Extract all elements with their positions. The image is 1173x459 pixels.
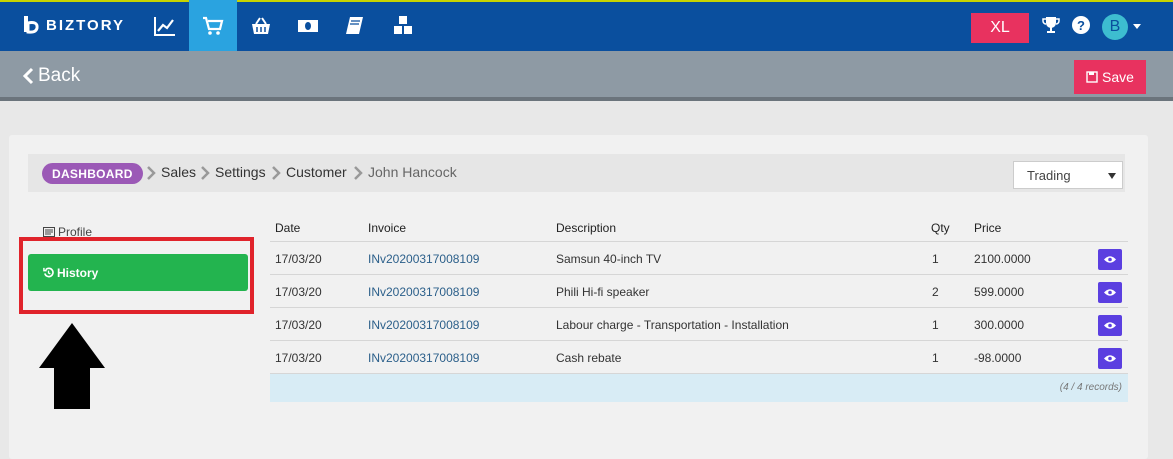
arrow-up-icon xyxy=(39,323,105,409)
eye-icon xyxy=(1104,256,1116,263)
brand-name: BIZTORY xyxy=(46,16,126,34)
chart-line-icon[interactable] xyxy=(141,0,189,51)
chevron-left-icon xyxy=(22,67,34,85)
cell-price: 599.0000 xyxy=(974,285,1025,299)
save-button[interactable]: Save xyxy=(1074,60,1146,94)
cell-date: 17/03/20 xyxy=(275,252,322,266)
breadcrumb: DASHBOARD Sales Settings Customer John H… xyxy=(28,154,1125,192)
highlight-box xyxy=(19,237,254,314)
chevron-right-icon xyxy=(201,166,210,180)
cell-date: 17/03/20 xyxy=(275,318,322,332)
cell-price: 300.0000 xyxy=(974,318,1025,332)
xl-button[interactable]: XL xyxy=(971,13,1029,43)
view-button[interactable] xyxy=(1098,282,1122,303)
avatar[interactable]: B xyxy=(1102,14,1128,40)
cell-qty: 2 xyxy=(932,285,939,299)
basket-icon[interactable] xyxy=(237,0,285,51)
biztory-logo[interactable]: BIZTORY xyxy=(22,14,125,36)
cell-qty: 1 xyxy=(932,252,939,266)
view-button[interactable] xyxy=(1098,249,1122,270)
trophy-icon[interactable] xyxy=(1041,15,1061,40)
table-row: 17/03/20 INv20200317008109 Cash rebate 1… xyxy=(270,341,1128,374)
breadcrumb-current: John Hancock xyxy=(368,164,457,180)
header-qty: Qty xyxy=(931,221,950,235)
table-row: 17/03/20 INv20200317008109 Phili Hi-fi s… xyxy=(270,275,1128,308)
help-icon[interactable]: ? xyxy=(1071,15,1091,40)
table-row: 17/03/20 INv20200317008109 Labour charge… xyxy=(270,308,1128,341)
cell-price: -98.0000 xyxy=(974,351,1022,365)
table-footer: (4 / 4 records) xyxy=(270,374,1128,402)
cell-invoice-link[interactable]: INv20200317008109 xyxy=(368,351,479,365)
view-button[interactable] xyxy=(1098,348,1122,369)
cell-qty: 1 xyxy=(932,318,939,332)
cell-date: 17/03/20 xyxy=(275,285,322,299)
header-date: Date xyxy=(275,221,301,235)
cubes-icon[interactable] xyxy=(379,0,427,51)
eye-icon xyxy=(1104,289,1116,296)
breadcrumb-dashboard[interactable]: DASHBOARD xyxy=(42,163,143,184)
table-header: Date Invoice Description Qty Price xyxy=(270,211,1128,242)
breadcrumb-settings[interactable]: Settings xyxy=(215,164,266,180)
history-table: Date Invoice Description Qty Price 17/03… xyxy=(270,211,1128,402)
trading-select[interactable]: Trading xyxy=(1013,161,1123,189)
cart-icon[interactable] xyxy=(189,0,237,51)
back-label: Back xyxy=(38,65,81,86)
header-invoice: Invoice xyxy=(368,221,407,235)
cell-price: 2100.0000 xyxy=(974,252,1031,266)
chevron-right-icon xyxy=(354,166,363,180)
cell-description: Cash rebate xyxy=(556,351,622,365)
logo-icon xyxy=(22,14,42,36)
save-label: Save xyxy=(1102,69,1134,85)
cell-description: Phili Hi-fi speaker xyxy=(556,285,650,299)
svg-text:?: ? xyxy=(1077,18,1085,33)
cell-invoice-link[interactable]: INv20200317008109 xyxy=(368,252,479,266)
cell-qty: 1 xyxy=(932,351,939,365)
records-count: (4 / 4 records) xyxy=(1059,382,1122,393)
cell-invoice-link[interactable]: INv20200317008109 xyxy=(368,285,479,299)
book-icon[interactable] xyxy=(331,0,379,51)
floppy-icon xyxy=(1086,71,1098,83)
header-description: Description xyxy=(556,221,617,235)
back-button[interactable]: Back xyxy=(22,65,80,87)
eye-icon xyxy=(1104,355,1116,362)
chevron-right-icon xyxy=(272,166,281,180)
cell-description: Samsun 40-inch TV xyxy=(556,252,662,266)
view-button[interactable] xyxy=(1098,315,1122,336)
breadcrumb-customer[interactable]: Customer xyxy=(286,164,347,180)
cell-description: Labour charge - Transportation - Install… xyxy=(556,318,789,332)
cell-invoice-link[interactable]: INv20200317008109 xyxy=(368,318,479,332)
chevron-down-icon xyxy=(1108,173,1116,179)
chevron-down-icon[interactable] xyxy=(1133,24,1141,29)
breadcrumb-sales[interactable]: Sales xyxy=(161,164,196,180)
table-row: 17/03/20 INv20200317008109 Samsun 40-inc… xyxy=(270,242,1128,275)
top-navbar: BIZTORY XL ? B xyxy=(0,0,1173,51)
cell-date: 17/03/20 xyxy=(275,351,322,365)
chevron-right-icon xyxy=(147,166,156,180)
eye-icon xyxy=(1104,322,1116,329)
id-card-icon xyxy=(43,227,55,237)
trading-select-value: Trading xyxy=(1027,168,1071,183)
header-price: Price xyxy=(974,221,1002,235)
money-icon[interactable] xyxy=(284,0,332,51)
action-bar: Back Save xyxy=(0,51,1173,101)
